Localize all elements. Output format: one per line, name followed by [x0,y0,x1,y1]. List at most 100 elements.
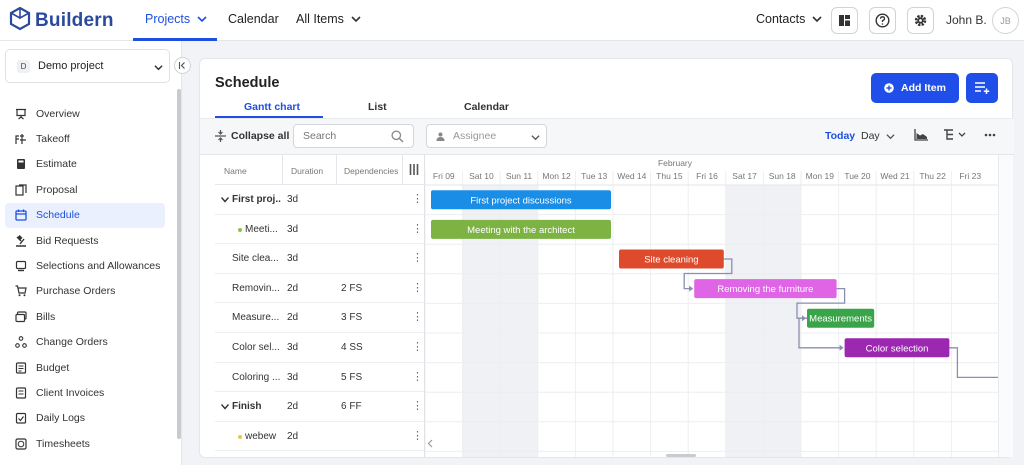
sidebar-item-daily-logs[interactable]: Daily Logs [5,406,165,431]
sidebar-item-schedule[interactable]: Schedule [5,202,165,228]
sidebar-item-budget[interactable]: Budget [5,355,165,380]
task-name[interactable]: Finish [232,401,261,412]
row-menu-icon[interactable]: ⋮ [412,310,423,323]
columns-icon[interactable] [409,164,419,175]
task-name[interactable]: Site clea... [232,253,279,264]
task-dependencies[interactable]: 2 FS [341,283,362,294]
sidebar-item-overview[interactable]: Overview [5,101,165,126]
sidebar-item-bid-requests[interactable]: Bid Requests [5,228,165,253]
critical-path-button[interactable] [914,128,929,141]
row-menu-icon[interactable]: ⋮ [412,281,423,294]
gantt-vertical-scrollbar[interactable] [998,155,1013,457]
task-duration[interactable]: 3d [287,253,298,264]
sidebar-item-selections-and-allowances[interactable]: Selections and Allowances [5,253,165,278]
assignee-select[interactable]: Assignee [426,124,547,148]
sidebar-item-estimate[interactable]: Estimate [5,152,165,177]
sidebar-item-proposal[interactable]: Proposal [5,177,165,202]
task-name[interactable]: Coloring ... [232,372,280,383]
scale-select[interactable]: Day [861,130,895,142]
add-item-button[interactable]: Add Item [871,73,959,103]
task-duration[interactable]: 2d [287,401,298,412]
task-duration[interactable]: 3d [287,372,298,383]
today-button[interactable]: Today [825,130,855,142]
task-duration[interactable]: 2d [287,283,298,294]
app-logo[interactable]: Buildern [9,6,114,34]
sidebar-item-timesheets[interactable]: Timesheets [5,431,165,456]
table-row[interactable]: Coloring ... 3d 5 FS ⋮ [215,363,424,393]
task-name[interactable]: Measure... [232,312,279,323]
task-duration[interactable]: 3d [287,342,298,353]
chart-area-icon [914,129,928,141]
row-menu-icon[interactable]: ⋮ [412,222,423,235]
table-row[interactable]: Removin... 2d 2 FS ⋮ [215,274,424,304]
column-header-duration[interactable]: Duration [291,166,323,176]
row-menu-icon[interactable]: ⋮ [412,370,423,383]
settings-button[interactable] [907,7,934,34]
sidebar-item-bills[interactable]: Bills [5,304,165,329]
avatar[interactable]: JB [992,7,1019,34]
task-duration[interactable]: 2d [287,431,298,442]
list-add-icon [975,82,990,94]
table-row[interactable]: Meeti... 3d ⋮ [215,215,424,245]
task-name[interactable]: webew [245,431,276,442]
add-list-button[interactable] [966,73,998,103]
tab-calendar[interactable]: Calendar [464,101,509,113]
sidebar-item-change-orders[interactable]: Change Orders [5,330,165,355]
help-button[interactable] [869,7,896,34]
more-options-button[interactable] [984,133,996,137]
row-menu-icon[interactable]: ⋮ [412,192,423,205]
task-duration[interactable]: 3d [287,224,298,235]
column-settings-button[interactable] [943,128,967,141]
tab-list[interactable]: List [368,101,387,113]
dashboard-button[interactable] [831,7,858,34]
table-row[interactable]: webew 2d ⋮ [215,422,424,452]
search-input[interactable] [303,130,393,142]
invoice-icon [15,387,27,399]
search-icon[interactable] [391,130,404,143]
sidebar-item-client-invoices[interactable]: Client Invoices [5,380,165,405]
nav-all-items-label: All Items [296,12,344,26]
collapse-all-button[interactable]: Collapse all [215,130,289,142]
column-header-name[interactable]: Name [224,166,247,176]
row-menu-icon[interactable]: ⋮ [412,399,423,412]
sidebar-item-takeoff[interactable]: Takeoff [5,126,165,151]
table-row[interactable]: Color sel... 3d 4 SS ⋮ [215,333,424,363]
task-name[interactable]: First proj... [232,194,281,205]
contacts-menu[interactable]: Contacts [756,12,822,26]
nav-all-items[interactable]: All Items [296,12,361,26]
task-duration[interactable]: 2d [287,312,298,323]
timesheet-icon [15,438,27,450]
task-dependencies[interactable]: 3 FS [341,312,362,323]
table-row[interactable]: Finish 2d 6 FF ⋮ [215,392,424,422]
task-dependencies[interactable]: 5 FS [341,372,362,383]
gantt-day-label: Sun 11 [506,171,533,181]
column-header-dependencies[interactable]: Dependencies [344,166,398,176]
project-select[interactable]: D Demo project [5,49,170,83]
task-name[interactable]: Color sel... [232,342,280,353]
scroll-left-icon[interactable] [427,439,434,448]
gantt-task-label: Site cleaning [644,255,698,266]
sidebar-item-label: Overview [36,107,80,120]
task-name[interactable]: Meeti... [245,224,278,235]
table-row[interactable]: Site clea... 3d ⋮ [215,244,424,274]
nav-calendar[interactable]: Calendar [228,12,279,26]
table-row[interactable]: Measure... 2d 3 FS ⋮ [215,303,424,333]
task-duration[interactable]: 3d [287,194,298,205]
row-menu-icon[interactable]: ⋮ [412,429,423,442]
table-row[interactable]: First proj... 3d ⋮ [215,185,424,215]
sidebar-scrollbar[interactable] [177,89,181,439]
expand-icon[interactable] [221,404,229,410]
expand-icon[interactable] [221,197,229,203]
sidebar-item-purchase-orders[interactable]: Purchase Orders [5,279,165,304]
gantt-month-label: February [658,158,693,168]
gantt-horizontal-scrollbar[interactable] [666,454,696,457]
task-name[interactable]: Removin... [232,283,280,294]
row-menu-icon[interactable]: ⋮ [412,340,423,353]
nav-projects[interactable]: Projects [145,12,207,26]
row-menu-icon[interactable]: ⋮ [412,251,423,264]
task-dependencies[interactable]: 6 FF [341,401,362,412]
tab-gantt-chart[interactable]: Gantt chart [244,101,300,113]
collapse-sidebar-button[interactable] [174,57,191,74]
user-name[interactable]: John B. [946,13,987,27]
task-dependencies[interactable]: 4 SS [341,342,363,353]
